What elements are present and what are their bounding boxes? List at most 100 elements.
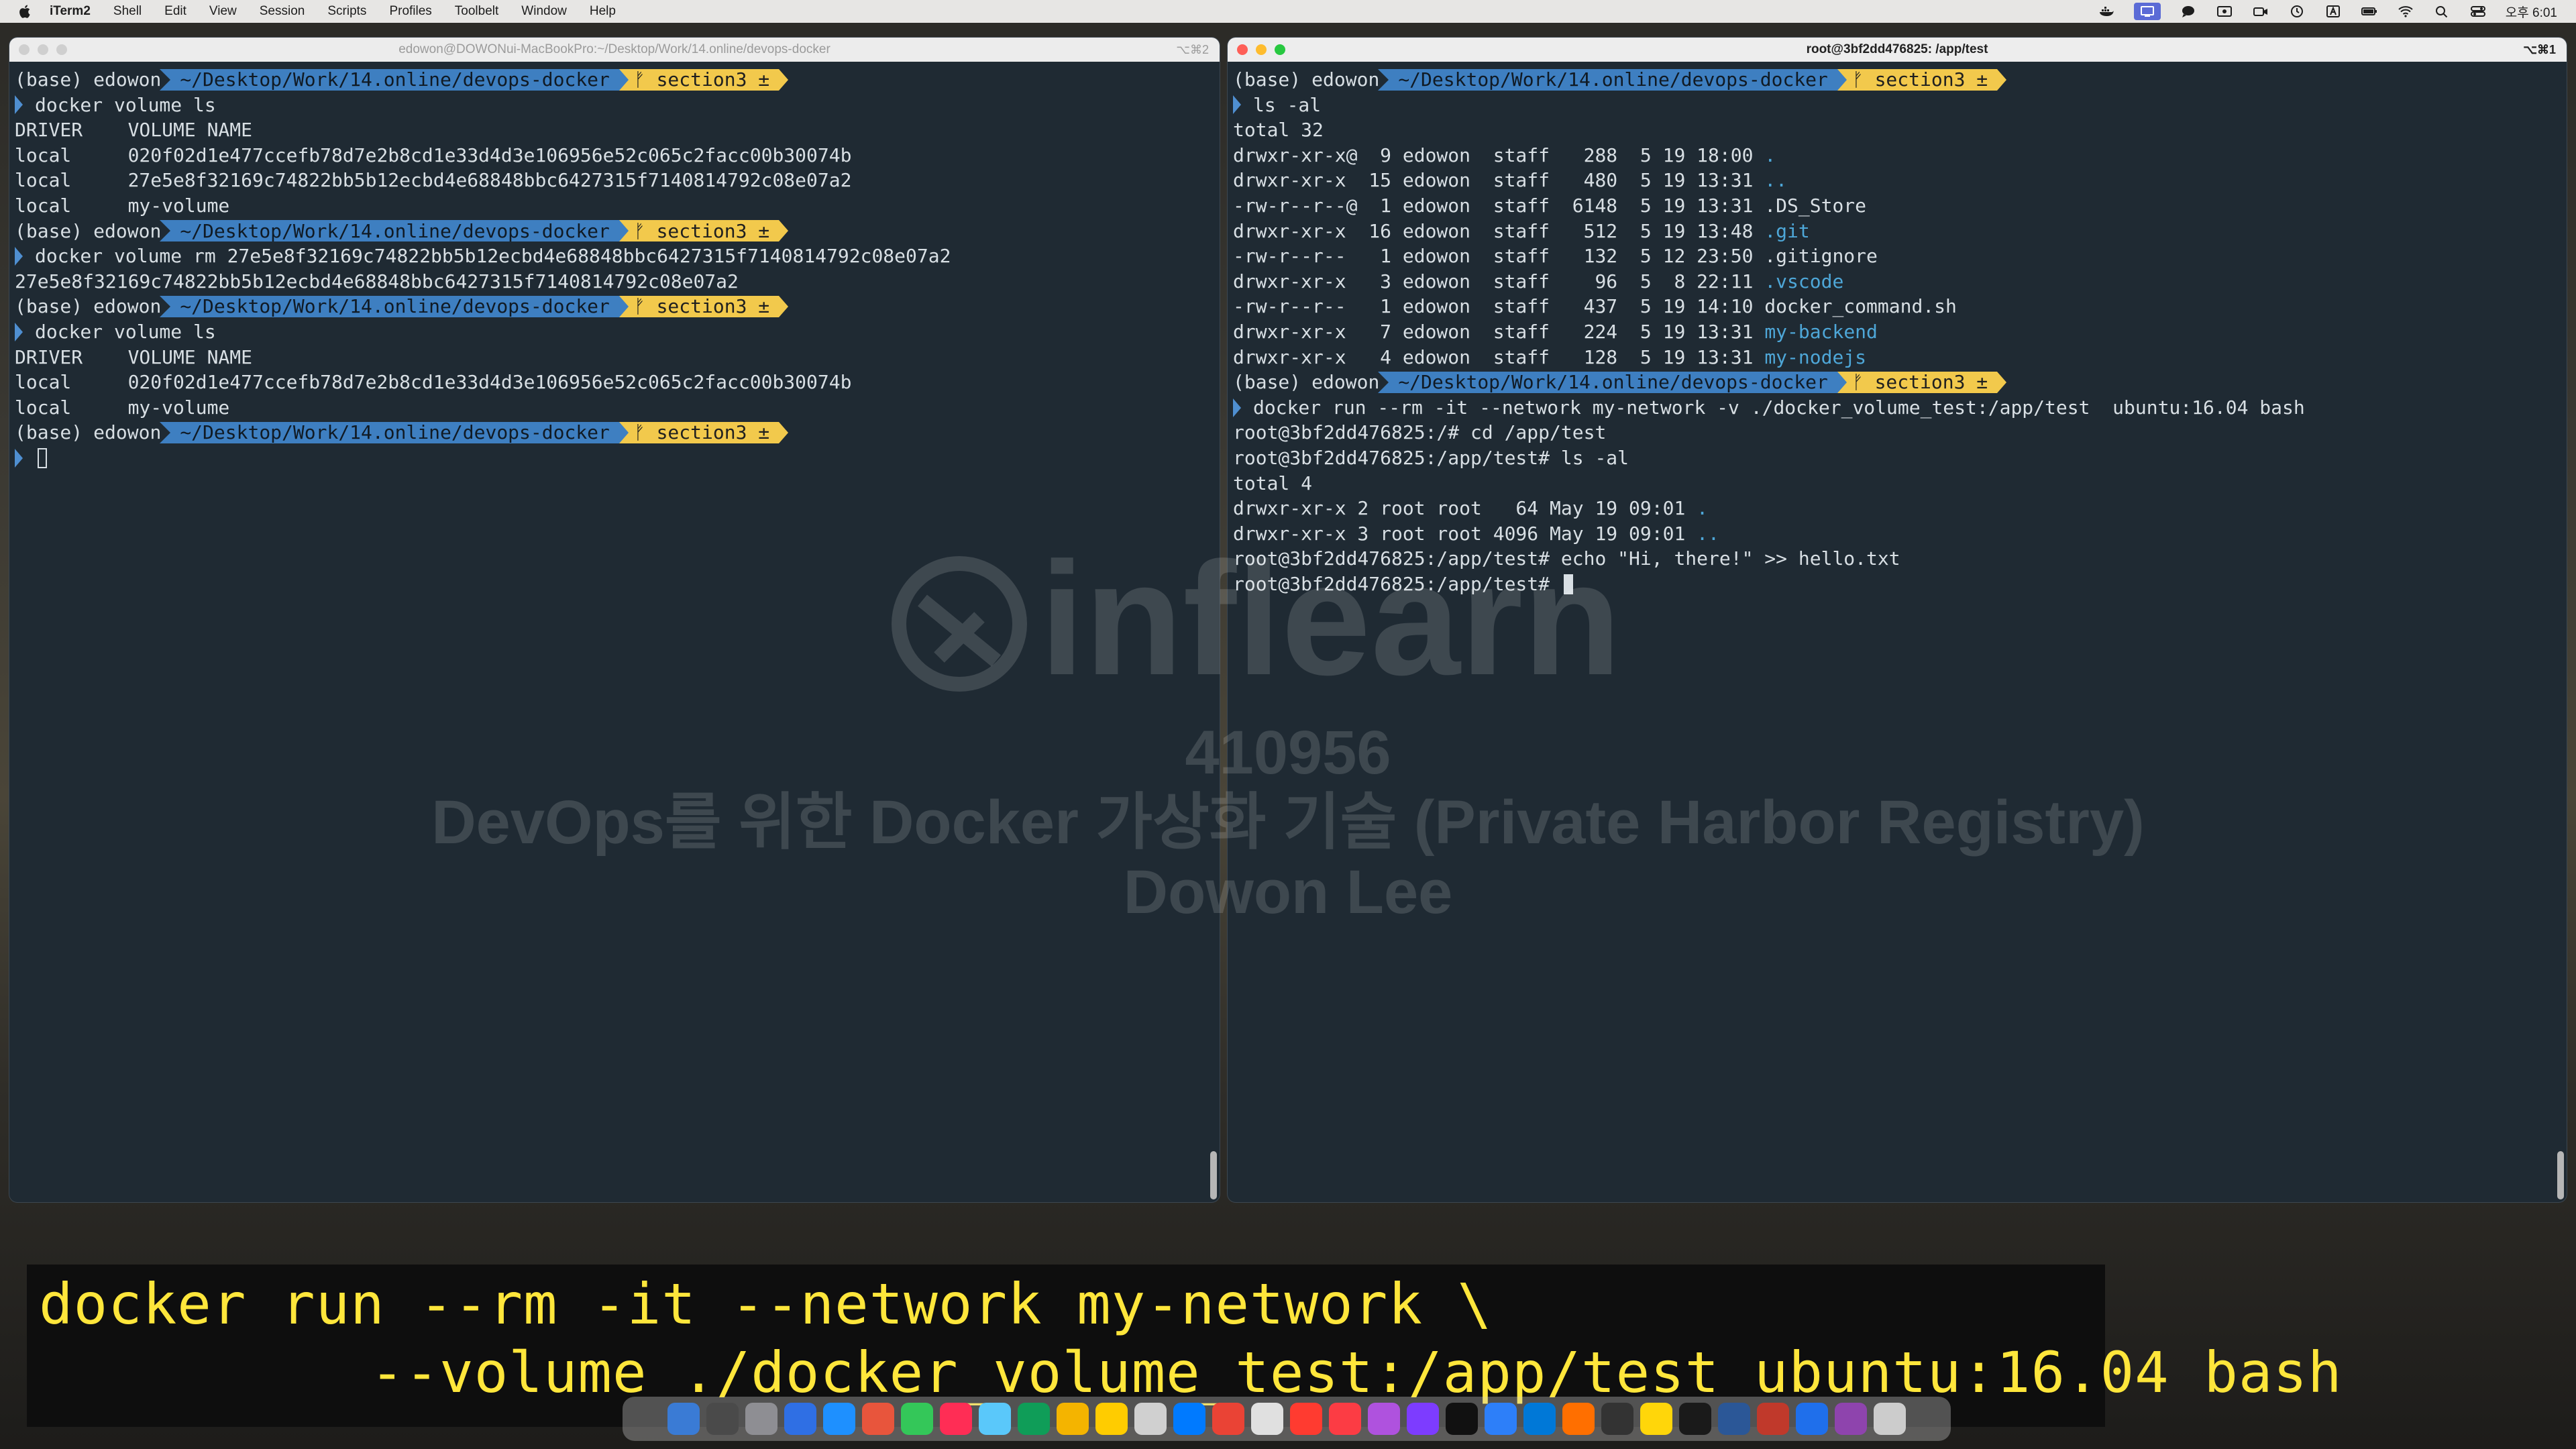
dock-app-icon[interactable]	[1835, 1403, 1867, 1435]
dock-app-icon[interactable]	[1329, 1403, 1361, 1435]
left-terminal-window[interactable]: edowon@DOWONui-MacBookPro:~/Desktop/Work…	[9, 38, 1220, 1202]
command-text: docker volume ls	[35, 320, 216, 343]
wifi-icon[interactable]	[2397, 5, 2414, 18]
screen-record-icon[interactable]	[2216, 5, 2233, 18]
dock-app-icon[interactable]	[706, 1403, 739, 1435]
dock-app-icon[interactable]	[1368, 1403, 1400, 1435]
messages-icon[interactable]	[2180, 5, 2197, 18]
right-terminal-window[interactable]: root@3bf2dd476825: /app/test ⌥⌘1 (base) e…	[1228, 38, 2567, 1202]
dock-app-icon[interactable]	[1796, 1403, 1828, 1435]
command-line: docker volume ls	[15, 319, 1220, 345]
menu-window[interactable]: Window	[521, 4, 567, 19]
right-terminal-titlebar[interactable]: root@3bf2dd476825: /app/test ⌥⌘1	[1228, 38, 2567, 62]
ls-entry-meta: drwxr-xr-x 3 root root 4096 May 19 09:01	[1233, 522, 1697, 545]
dock-app-icon[interactable]	[1562, 1403, 1595, 1435]
prompt-conda-env: (base)	[1233, 371, 1301, 394]
battery-icon[interactable]	[2361, 5, 2378, 18]
prompt-path-segment: ~/Desktop/Work/14.online/devops-docker	[160, 421, 619, 443]
dock-app-icon[interactable]	[1679, 1403, 1711, 1435]
close-button[interactable]	[1237, 44, 1248, 55]
dock-app-icon[interactable]	[1212, 1403, 1244, 1435]
dock-app-icon[interactable]	[940, 1403, 972, 1435]
ls-entry: drwxr-xr-x 2 root root 64 May 19 09:01 .	[1233, 496, 2567, 521]
menu-shell[interactable]: Shell	[113, 4, 142, 19]
dock-app-icon[interactable]	[979, 1403, 1011, 1435]
output-line: local 020f02d1e477ccefb78d7e2b8cd1e33d4d…	[15, 143, 1220, 168]
output-text: local 020f02d1e477ccefb78d7e2b8cd1e33d4d…	[15, 144, 852, 166]
text-cursor[interactable]	[38, 447, 47, 468]
dock-app-icon[interactable]	[1601, 1403, 1633, 1435]
left-terminal-title: edowon@DOWONui-MacBookPro:~/Desktop/Work…	[398, 42, 830, 56]
command-line: docker run --rm -it --network my-network…	[1233, 395, 2567, 421]
menu-profiles[interactable]: Profiles	[389, 4, 431, 19]
output-line: local my-volume	[15, 395, 1220, 421]
dock-app-icon[interactable]	[823, 1403, 855, 1435]
menu-help[interactable]: Help	[590, 4, 616, 19]
prompt-line: (base) edowon ~/Desktop/Work/14.online/dev…	[1233, 67, 2567, 93]
prompt-path-segment: ~/Desktop/Work/14.online/devops-docker	[1378, 68, 1837, 91]
menu-toolbelt[interactable]: Toolbelt	[455, 4, 499, 19]
prompt-git-branch-segment: ᚠ section3 ±	[619, 421, 789, 443]
screen-share-icon[interactable]	[2133, 3, 2161, 20]
menubar-clock[interactable]: 오후 6:01	[2506, 3, 2557, 21]
dock-app-icon[interactable]	[1251, 1403, 1283, 1435]
left-terminal-output[interactable]: (base) edowon ~/Desktop/Work/14.online/dev…	[9, 62, 1220, 471]
right-terminal-output[interactable]: (base) edowon ~/Desktop/Work/14.online/dev…	[1228, 62, 2567, 596]
time-machine-icon[interactable]	[2288, 5, 2306, 18]
prompt-git-branch-segment: ᚠ section3 ±	[1837, 68, 2007, 91]
prompt-arrow-icon	[15, 95, 23, 115]
dock-app-icon[interactable]	[1290, 1403, 1322, 1435]
dock-app-icon[interactable]	[667, 1403, 700, 1435]
dock-app-icon[interactable]	[1485, 1403, 1517, 1435]
dock-app-icon[interactable]	[1446, 1403, 1478, 1435]
dock-app-icon[interactable]	[1407, 1403, 1439, 1435]
prompt-path-segment: ~/Desktop/Work/14.online/devops-docker	[160, 220, 619, 242]
output-line: root@3bf2dd476825:/# cd /app/test	[1233, 420, 2567, 445]
right-terminal-shortcut: ⌥⌘1	[2523, 42, 2556, 56]
text-cursor[interactable]	[1563, 574, 1573, 594]
search-icon[interactable]	[2433, 5, 2451, 18]
zoom-button[interactable]	[1275, 44, 1285, 55]
output-line: local my-volume	[15, 193, 1220, 219]
left-terminal-scrollbar[interactable]	[1210, 1151, 1217, 1199]
dock-app-icon[interactable]	[1757, 1403, 1789, 1435]
docker-icon[interactable]	[2098, 5, 2115, 18]
dock-app-icon[interactable]	[1718, 1403, 1750, 1435]
prompt-line: (base) edowon ~/Desktop/Work/14.online/dev…	[15, 294, 1220, 319]
dock-app-icon[interactable]	[745, 1403, 777, 1435]
camera-icon[interactable]	[2252, 5, 2269, 18]
dock-app-icon[interactable]	[1134, 1403, 1167, 1435]
prompt-path-segment: ~/Desktop/Work/14.online/devops-docker	[160, 68, 619, 91]
dock-app-icon[interactable]	[901, 1403, 933, 1435]
minimize-button[interactable]	[1256, 44, 1267, 55]
menu-app-name[interactable]: iTerm2	[50, 4, 91, 19]
ls-directory-name: ..	[1764, 169, 1788, 192]
minimize-button[interactable]	[38, 44, 48, 55]
output-text: DRIVER VOLUME NAME	[15, 345, 253, 368]
prompt-user: edowon	[93, 68, 162, 91]
menu-scripts[interactable]: Scripts	[327, 4, 366, 19]
dock-app-icon[interactable]	[862, 1403, 894, 1435]
left-terminal-titlebar[interactable]: edowon@DOWONui-MacBookPro:~/Desktop/Work…	[9, 38, 1220, 62]
dock-app-icon[interactable]	[1523, 1403, 1556, 1435]
right-terminal-scrollbar[interactable]	[2557, 1151, 2564, 1199]
prompt-git-branch-segment: ᚠ section3 ±	[1837, 371, 2007, 393]
keyboard-input-icon[interactable]	[2324, 5, 2342, 18]
dock-app-icon[interactable]	[1018, 1403, 1050, 1435]
close-button[interactable]	[19, 44, 30, 55]
ls-entry-meta: drwxr-xr-x 2 root root 64 May 19 09:01	[1233, 497, 1697, 520]
dock-app-icon[interactable]	[1057, 1403, 1089, 1435]
dock-app-icon[interactable]	[784, 1403, 816, 1435]
dock-app-icon[interactable]	[1640, 1403, 1672, 1435]
dock-app-icon[interactable]	[1173, 1403, 1205, 1435]
zoom-button[interactable]	[56, 44, 67, 55]
apple-menu-icon[interactable]	[19, 4, 32, 19]
dock-app-icon[interactable]	[1095, 1403, 1128, 1435]
menu-view[interactable]: View	[209, 4, 237, 19]
menu-session[interactable]: Session	[260, 4, 305, 19]
control-center-icon[interactable]	[2469, 5, 2487, 18]
ls-entry: drwxr-xr-x 3 edowon staff 96 5 8 22:11 .…	[1233, 269, 2567, 294]
dock-app-icon[interactable]	[1874, 1403, 1906, 1435]
menu-edit[interactable]: Edit	[164, 4, 186, 19]
ls-entry: drwxr-xr-x@ 9 edowon staff 288 5 19 18:0…	[1233, 143, 2567, 168]
